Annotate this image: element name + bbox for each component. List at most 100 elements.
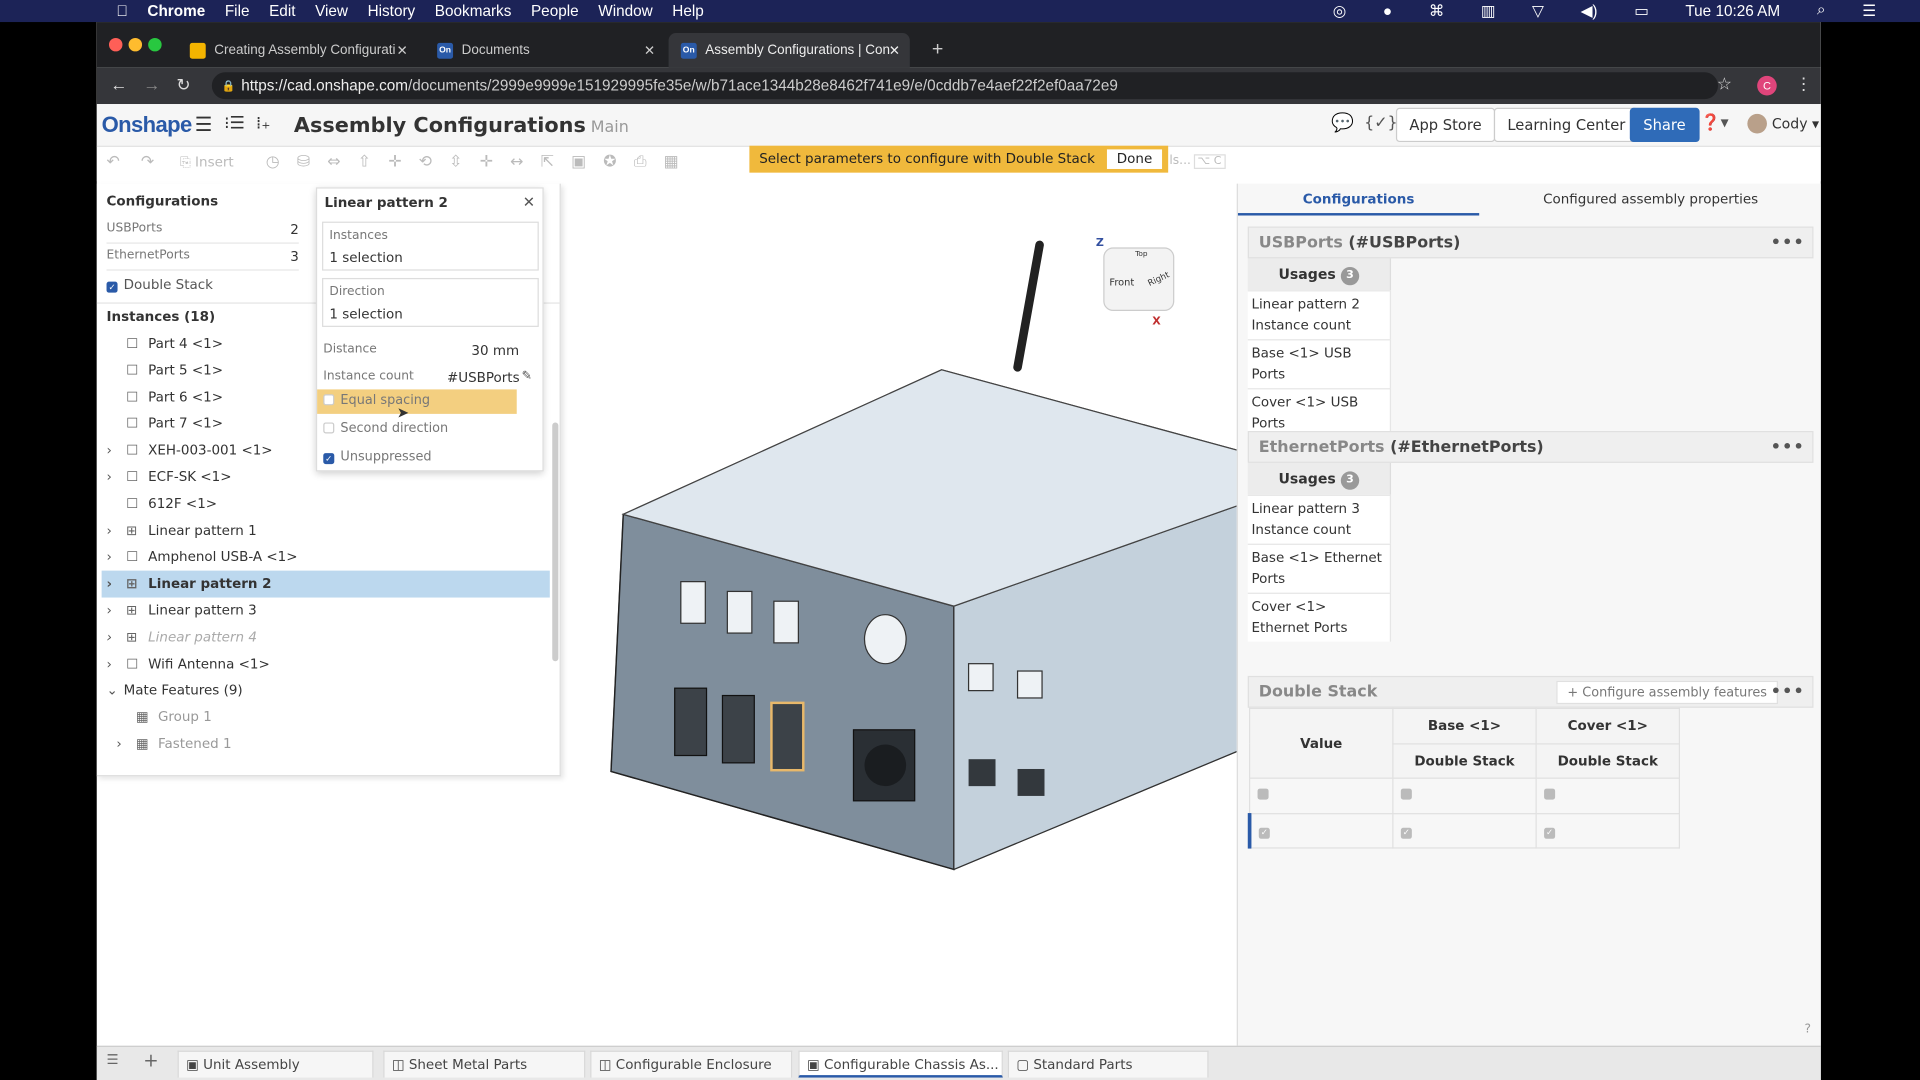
config-param-ethernetports[interactable]: EthernetPorts 3 <box>106 249 299 271</box>
app-store-button[interactable]: App Store <box>1395 107 1496 143</box>
equal-spacing-checkbox[interactable]: Equal spacing <box>317 389 517 414</box>
new-tab-button[interactable]: + <box>920 33 943 67</box>
menu-people[interactable]: People <box>531 2 579 19</box>
chevron-right-icon[interactable]: › <box>107 464 112 491</box>
checkbox-checked-icon[interactable]: ✓ <box>1258 827 1270 839</box>
chevron-right-icon[interactable]: › <box>107 571 113 598</box>
browser-tab-active[interactable]: On Assembly Configurations | Con ✕ <box>668 33 910 68</box>
onshape-logo[interactable]: Onshape <box>102 113 193 139</box>
instance-item[interactable]: ☐ 612F <1> <box>102 491 550 518</box>
checkbox-icon[interactable] <box>1400 788 1412 800</box>
instance-list-icon[interactable]: ⁞₊ <box>256 114 271 134</box>
param-value[interactable]: 3 <box>290 249 299 265</box>
tab-configurable-enclosure[interactable]: ◫ Configurable Enclosure <box>590 1050 793 1078</box>
wifi-icon[interactable]: ▽ <box>1532 1 1544 19</box>
close-tab-icon[interactable]: ✕ <box>889 42 900 58</box>
featurescript-icon[interactable]: {✓} <box>1364 114 1398 132</box>
checkbox-checked-icon[interactable]: ✓ <box>1400 827 1412 839</box>
checkbox-checked-icon[interactable]: ✓ <box>1544 827 1556 839</box>
undo-icon[interactable]: ↶ <box>107 153 120 171</box>
tab-configurations[interactable]: Configurations <box>1237 184 1480 216</box>
close-tab-icon[interactable]: ✕ <box>396 42 407 58</box>
view-cube[interactable]: Front Right Top Z X <box>1086 228 1186 328</box>
clock[interactable]: Tue 10:26 AM <box>1685 2 1780 19</box>
instance-item[interactable]: › ☐ Amphenol USB-A <1> <box>102 544 550 571</box>
menu-chrome[interactable]: Chrome <box>147 2 205 19</box>
close-dialog-icon[interactable]: ✕ <box>523 193 535 210</box>
menu-file[interactable]: File <box>225 2 250 19</box>
table-row-active[interactable]: ✓ ✓ ✓ <box>1247 812 1681 849</box>
notification-center-icon[interactable]: ☰ <box>1862 1 1876 19</box>
forward-icon[interactable]: → <box>143 75 160 95</box>
tab-sheet-metal-parts[interactable]: ◫ Sheet Metal Parts <box>383 1050 586 1078</box>
instance-item[interactable]: › ☐ Wifi Antenna <1> <box>102 651 550 678</box>
chevron-right-icon[interactable]: › <box>107 517 112 544</box>
chrome-menu-icon[interactable]: ⋮ <box>1795 73 1812 94</box>
chevron-right-icon[interactable]: › <box>116 731 121 758</box>
more-options-icon[interactable]: ••• <box>1771 677 1805 709</box>
table-row[interactable] <box>1248 777 1681 814</box>
assembly-tools-icons[interactable]: ◷⛁⇔⇧✛⟲⇳✛↔⇱▣✪⎙▦ <box>266 153 696 171</box>
user-avatar[interactable] <box>1747 113 1767 134</box>
view-cube-top[interactable]: Top <box>1135 250 1147 259</box>
mate-item[interactable]: › ▦ Fastened 1 <box>102 731 550 758</box>
profile-avatar[interactable]: C <box>1757 75 1777 96</box>
configure-assembly-features-button[interactable]: + Configure assembly features <box>1556 680 1778 705</box>
instances-field[interactable]: Instances 1 selection <box>322 221 539 271</box>
insert-button[interactable]: ⎘ Insert <box>180 154 234 171</box>
user-menu[interactable]: Cody ▾ <box>1772 115 1819 132</box>
more-options-icon[interactable]: ••• <box>1771 432 1805 464</box>
checkbox-icon[interactable] <box>323 394 335 406</box>
volume-icon[interactable]: ◀) <box>1581 1 1598 19</box>
checkbox-icon[interactable] <box>1257 788 1269 800</box>
second-direction-checkbox[interactable]: Second direction <box>323 421 448 436</box>
param-value[interactable]: 2 <box>290 222 299 238</box>
tab-configured-assembly-properties[interactable]: Configured assembly properties <box>1479 184 1821 216</box>
reload-icon[interactable]: ↻ <box>176 75 190 96</box>
apple-icon[interactable]:  <box>116 2 127 19</box>
usage-row[interactable]: Linear pattern 2 Instance count <box>1247 290 1392 340</box>
bluetooth-icon[interactable]: ⌘ <box>1429 1 1444 19</box>
more-options-icon[interactable]: ••• <box>1771 228 1805 260</box>
feature-list-icon[interactable]: ⁝☰ <box>224 114 245 134</box>
tab-unit-assembly[interactable]: ▣ Unit Assembly <box>177 1050 374 1078</box>
instance-item[interactable]: › ⊞ Linear pattern 4 <box>102 624 550 651</box>
add-tab-icon[interactable]: + <box>143 1049 158 1071</box>
menu-view[interactable]: View <box>315 2 348 19</box>
minimize-window-button[interactable] <box>128 37 143 52</box>
battery-icon[interactable]: ▭ <box>1634 1 1648 19</box>
browser-tab[interactable]: On Documents ✕ <box>425 33 665 67</box>
menu-help[interactable]: Help <box>672 2 703 19</box>
instance-count-value[interactable]: #USBPorts <box>447 370 520 386</box>
checkbox-icon[interactable] <box>323 422 335 434</box>
scrollbar[interactable] <box>552 422 559 662</box>
app-status-icon[interactable]: ● <box>1383 2 1392 19</box>
usage-row[interactable]: Base <1> Ethernet Ports <box>1247 543 1392 593</box>
instance-count-field[interactable]: Instance count #USBPorts ✎ <box>323 370 539 386</box>
back-icon[interactable]: ← <box>110 75 127 95</box>
menu-edit[interactable]: Edit <box>269 2 295 19</box>
checkbox-icon[interactable] <box>1544 788 1556 800</box>
checkbox-checked-icon[interactable]: ✓ <box>106 281 118 293</box>
document-title[interactable]: Assembly Configurations Main <box>294 114 629 138</box>
double-stack-checkbox[interactable]: ✓ Double Stack <box>106 277 213 293</box>
chevron-right-icon[interactable]: › <box>107 544 112 571</box>
help-icon[interactable]: ? <box>1805 1022 1812 1035</box>
spotlight-icon[interactable]: ⌕ <box>1817 1 1826 19</box>
done-button[interactable]: Done <box>1107 149 1163 169</box>
bookmark-star-icon[interactable]: ☆ <box>1717 73 1732 94</box>
learning-center-button[interactable]: Learning Center <box>1493 107 1639 143</box>
chevron-right-icon[interactable]: › <box>107 651 112 678</box>
keyboard-icon[interactable]: ▥ <box>1481 1 1495 19</box>
help-icon[interactable]: ❓▾ <box>1701 114 1729 132</box>
direction-field[interactable]: Direction 1 selection <box>322 277 539 327</box>
zoom-window-button[interactable] <box>148 37 162 52</box>
chevron-right-icon[interactable]: › <box>107 624 112 651</box>
usage-row[interactable]: Linear pattern 3 Instance count <box>1247 494 1392 544</box>
instance-item[interactable]: › ⊞ Linear pattern 3 <box>102 598 550 625</box>
3d-viewport[interactable]: Front Right Top Z X ⬡▾ ▤ ⬚ <box>562 183 1329 1046</box>
distance-value[interactable]: 30 mm <box>471 343 519 359</box>
mate-item[interactable]: ▦ Group 1 <box>102 704 550 731</box>
checkbox-checked-icon[interactable]: ✓ <box>323 453 335 465</box>
comments-icon[interactable]: 💬 <box>1331 111 1354 133</box>
